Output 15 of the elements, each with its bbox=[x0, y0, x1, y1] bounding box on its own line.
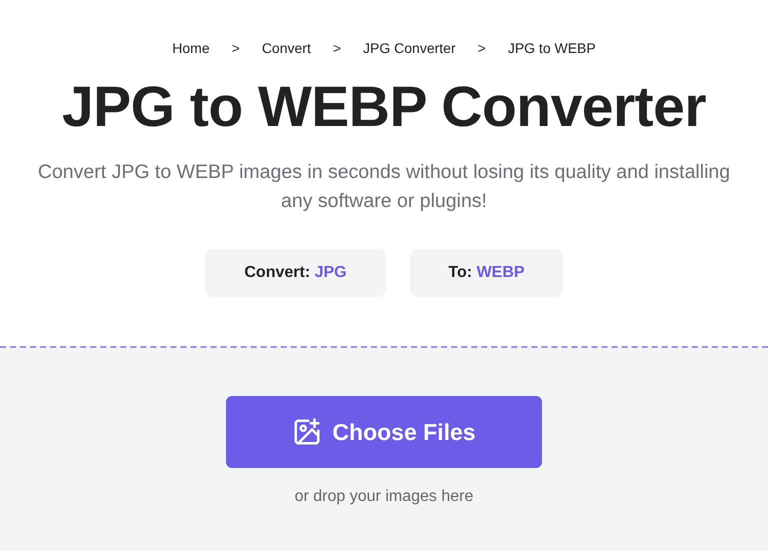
page-subtitle: Convert JPG to WEBP images in seconds without losing its quality and installing any software or plugins! bbox=[36, 160, 732, 214]
drop-zone[interactable]: Choose Files or drop your images here bbox=[0, 346, 768, 551]
breadcrumb-separator: > bbox=[332, 40, 342, 56]
page-title: JPG to WEBP Converter bbox=[62, 74, 706, 140]
breadcrumb-separator: > bbox=[232, 40, 240, 56]
breadcrumb-link[interactable]: JPG Converter bbox=[363, 40, 456, 56]
add-image-icon bbox=[292, 417, 322, 447]
choose-files-button[interactable]: Choose Files bbox=[226, 396, 542, 468]
format-selector[interactable]: To: WEBP bbox=[410, 249, 563, 297]
breadcrumb-link[interactable]: Convert bbox=[262, 40, 311, 56]
breadcrumb-separator: > bbox=[478, 40, 486, 56]
drop-hint: or drop your images here bbox=[294, 488, 474, 506]
breadcrumb-link[interactable]: Home bbox=[172, 40, 210, 56]
breadcrumb-current: JPG to WEBP bbox=[508, 40, 596, 56]
format-selector[interactable]: Convert: JPG bbox=[205, 249, 386, 297]
